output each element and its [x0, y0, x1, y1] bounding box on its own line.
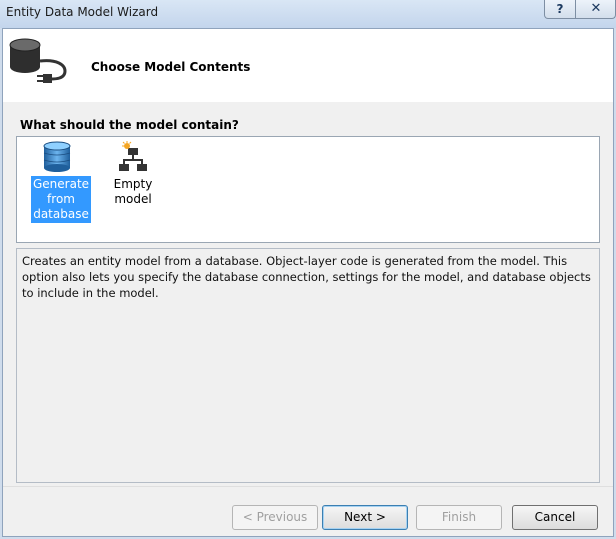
title-bar[interactable]: Entity Data Model Wizard ? ✕	[0, 0, 616, 28]
window-title: Entity Data Model Wizard	[6, 5, 159, 19]
wizard-window: Entity Data Model Wizard ? ✕ Choose Mode…	[0, 0, 616, 539]
previous-button[interactable]: < Previous	[232, 505, 318, 530]
wizard-header: Choose Model Contents	[3, 29, 613, 102]
list-item-empty-model[interactable]: Empty model	[95, 141, 171, 208]
next-button[interactable]: Next >	[322, 505, 408, 530]
cancel-button[interactable]: Cancel	[512, 505, 598, 530]
model-contents-list[interactable]: Generate from database Empty model	[16, 136, 600, 243]
dialog-client: Choose Model Contents What should the mo…	[2, 28, 614, 537]
close-button[interactable]: ✕	[576, 0, 616, 18]
empty-model-label: Empty model	[113, 177, 153, 206]
database-icon	[43, 141, 71, 172]
finish-button[interactable]: Finish	[416, 505, 502, 530]
hierarchy-icon	[119, 141, 147, 171]
help-button[interactable]: ?	[545, 0, 576, 18]
generate-from-database-label: Generate from database	[31, 176, 92, 223]
question-label: What should the model contain?	[20, 118, 239, 132]
caption-buttons: ? ✕	[544, 0, 616, 19]
list-item-generate-from-database[interactable]: Generate from database	[31, 141, 92, 223]
description-box: Creates an entity model from a database.…	[16, 248, 600, 483]
database-plug-icon	[9, 38, 67, 83]
footer-divider	[3, 486, 613, 487]
page-title: Choose Model Contents	[91, 60, 251, 74]
